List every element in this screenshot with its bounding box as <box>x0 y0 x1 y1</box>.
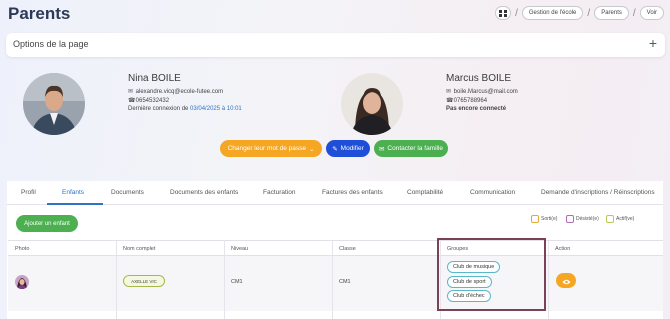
column-header-class: Classe <box>339 246 356 252</box>
groups-highlight-box <box>437 238 546 311</box>
child-class: CM1 <box>339 279 351 285</box>
chevron-down-icon: ⌄ <box>308 145 315 153</box>
legend-actif: Actif(ve) <box>606 215 634 223</box>
legend-swatch <box>606 215 614 223</box>
breadcrumb: / Gestion de l'école / Parents / Voir <box>495 5 664 21</box>
eye-icon <box>562 272 571 290</box>
tab-bar: Profil Enfants Documents Documents des e… <box>7 181 663 205</box>
edit-button[interactable]: ✎ Modifier <box>326 140 370 157</box>
child-level: CM1 <box>231 279 243 285</box>
view-child-button[interactable] <box>556 273 576 288</box>
breadcrumb-item-voir[interactable]: Voir <box>639 6 664 20</box>
legend-swatch <box>531 215 539 223</box>
legend-swatch <box>566 215 574 223</box>
tab-facturation[interactable]: Facturation <box>263 189 296 196</box>
parent2-phone[interactable]: 0765788964 <box>454 98 487 104</box>
tab-enfants[interactable]: Enfants <box>62 189 84 196</box>
column-header-photo: Photo <box>15 246 30 252</box>
grid-icon[interactable] <box>495 6 512 20</box>
legend-label: Sorti(e) <box>541 216 558 222</box>
change-password-button[interactable]: Changer leur mot de passe ⌄ <box>220 140 322 157</box>
breadcrumb-separator: / <box>632 7 636 19</box>
parent1-phone[interactable]: 0654532432 <box>136 98 169 104</box>
tab-profil[interactable]: Profil <box>21 189 36 196</box>
envelope-icon: ✉ <box>378 145 385 153</box>
change-password-label: Changer leur mot de passe <box>227 145 306 152</box>
column-divider <box>224 240 225 319</box>
column-divider <box>332 240 333 319</box>
column-header-name: Nom complet <box>123 246 156 252</box>
legend-desiste: Désisté(e) <box>566 215 599 223</box>
tab-documents[interactable]: Documents <box>111 189 144 196</box>
tab-communication[interactable]: Communication <box>470 189 515 196</box>
breadcrumb-item-gestion[interactable]: Gestion de l'école <box>521 6 584 20</box>
parent1-email[interactable]: alexandre.vicq@ecole-futee.com <box>136 89 223 95</box>
parent2-status: Pas encore connecté <box>446 106 507 113</box>
phone-icon: ☎ <box>128 97 136 104</box>
plus-icon[interactable]: + <box>649 35 657 51</box>
breadcrumb-separator: / <box>515 7 518 19</box>
phone-icon: ☎ <box>446 97 454 104</box>
add-child-button[interactable]: Ajouter un enfant <box>16 215 78 232</box>
table-header: Photo Nom complet Niveau Classe Groupes … <box>8 240 663 256</box>
parent2-name: Marcus BOILE <box>446 73 512 84</box>
legend-label: Actif(ve) <box>616 216 635 222</box>
edit-icon: ✎ <box>332 145 338 153</box>
contact-family-label: Contacter la famille <box>387 145 444 152</box>
edit-label: Modifier <box>340 145 364 152</box>
column-header-level: Niveau <box>231 246 249 252</box>
column-divider <box>116 240 117 319</box>
tab-documents-enfants[interactable]: Documents des enfants <box>170 189 238 196</box>
page-options-label: Options de la page <box>13 39 89 49</box>
parent2-photo <box>341 73 403 135</box>
tab-factures-enfants[interactable]: Factures des enfants <box>322 189 383 196</box>
child-avatar <box>15 275 29 289</box>
breadcrumb-item-parents[interactable]: Parents <box>594 6 629 20</box>
parent2-contact: ✉ boile.Marcus@mail.com ☎ 0765788964 Pas… <box>446 88 518 114</box>
parent1-photo <box>23 73 85 135</box>
legend-label: Désisté(e) <box>576 216 599 222</box>
parent1-name: Nina BOILE <box>128 73 181 84</box>
tab-inscriptions[interactable]: Demande d'inscriptions / Réinscriptions <box>541 189 655 196</box>
parent1-contact: ✉ alexandre.vicq@ecole-futee.com ☎ 06545… <box>128 88 242 114</box>
column-divider <box>548 240 549 319</box>
page-title: Parents <box>8 4 71 23</box>
last-login-label: Dernière connexion de <box>128 106 189 113</box>
last-login-value: 03/04/2025 à 10:01 <box>190 106 242 113</box>
mail-icon: ✉ <box>128 89 134 95</box>
child-name-badge[interactable]: AXELLE VIC <box>123 275 165 287</box>
column-header-action: Action <box>555 246 571 252</box>
breadcrumb-separator: / <box>587 7 591 19</box>
parent2-email[interactable]: boile.Marcus@mail.com <box>454 89 518 95</box>
contact-family-button[interactable]: ✉ Contacter la famille <box>374 140 448 157</box>
mail-icon: ✉ <box>446 89 452 95</box>
legend-sorti: Sorti(e) <box>531 215 557 223</box>
tab-comptabilite[interactable]: Comptabilité <box>407 189 443 196</box>
page-options-bar[interactable]: Options de la page + <box>6 33 665 57</box>
